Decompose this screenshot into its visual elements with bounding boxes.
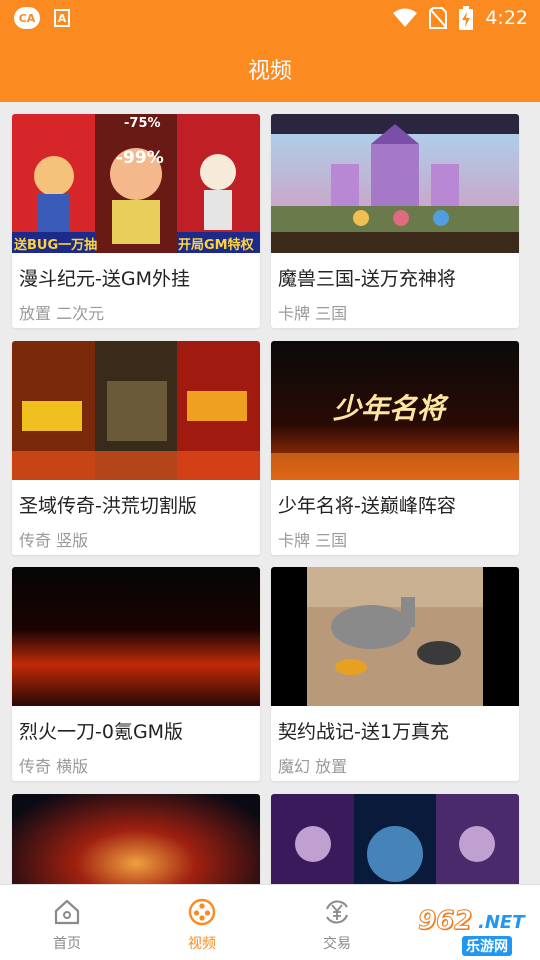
video-card[interactable]: 契约战记-送1万真充 魔幻 放置 [271, 567, 519, 781]
thumb-overlay-text: 开局GM特权 [178, 238, 254, 253]
video-title: 烈火一刀-0氪GM版 [19, 721, 184, 743]
home-icon [54, 899, 80, 925]
video-thumbnail [271, 567, 519, 706]
video-card[interactable]: 圣域传奇-洪荒切割版 传奇 竖版 [12, 341, 260, 555]
app-notification-icon: CA [14, 7, 40, 29]
status-time: 4:22 [485, 7, 528, 29]
tab-label: 交易 [323, 936, 351, 952]
video-title: 魔兽三国-送万充神将 [278, 268, 456, 290]
video-title: 契约战记-送1万真充 [278, 721, 449, 743]
tab-trade[interactable]: 交易 [277, 885, 397, 960]
video-title: 漫斗纪元-送GM外挂 [19, 268, 190, 290]
video-card[interactable]: 魔兽三国-送万充神将 卡牌 三国 [271, 114, 519, 328]
tab-label: 首页 [53, 936, 81, 952]
video-card[interactable]: 少年名将 少年名将-送巅峰阵容 卡牌 三国 [271, 341, 519, 555]
video-thumbnail: 送BUG一万抽 开局GM特权 -99% -75% [12, 114, 260, 253]
video-tags: 卡牌 三国 [278, 304, 348, 323]
battery-charging-icon [459, 6, 474, 30]
tab-label: 视频 [188, 936, 216, 952]
thumb-overlay-text: -75% [124, 116, 161, 131]
video-tags: 传奇 横版 [19, 757, 89, 776]
thumb-overlay-text: 送BUG一万抽 [14, 238, 98, 253]
tab-home[interactable]: 首页 [7, 885, 127, 960]
video-reel-icon [188, 898, 216, 926]
video-thumbnail [271, 114, 519, 253]
video-card[interactable]: 送BUG一万抽 开局GM特权 -99% -75% 漫斗纪元-送GM外挂 放置 二… [12, 114, 260, 328]
thumb-overlay-text: -99% [116, 148, 164, 168]
video-thumbnail [12, 794, 260, 884]
no-sim-icon [429, 7, 448, 29]
video-thumbnail [12, 567, 260, 706]
watermark-logo: 962 .NET 乐游网 [400, 900, 538, 958]
video-title: 圣域传奇-洪荒切割版 [19, 495, 197, 517]
video-tags: 传奇 竖版 [19, 531, 89, 550]
page-header: 视频 [0, 36, 540, 102]
video-tags: 魔幻 放置 [278, 757, 348, 776]
video-thumbnail: 少年名将 [271, 341, 519, 480]
video-thumbnail [271, 794, 519, 884]
video-card[interactable] [271, 794, 519, 884]
video-thumbnail [12, 341, 260, 480]
a-notification-icon: A [54, 9, 70, 27]
video-tags: 卡牌 三国 [278, 531, 348, 550]
video-title: 少年名将-送巅峰阵容 [278, 495, 456, 517]
wifi-icon [393, 8, 418, 27]
video-card[interactable] [12, 794, 260, 884]
tab-video[interactable]: 视频 [142, 885, 262, 960]
yen-exchange-icon [326, 900, 348, 924]
thumb-logo-text: 少年名将 [333, 392, 446, 425]
watermark-net: .NET [478, 912, 525, 933]
video-tags: 放置 二次元 [19, 304, 105, 323]
page-title: 视频 [247, 59, 292, 84]
status-bar: CA A 4:22 [0, 0, 540, 36]
watermark-number: 962 [417, 906, 473, 937]
watermark-subtitle: 乐游网 [462, 936, 512, 956]
video-grid: 送BUG一万抽 开局GM特权 -99% -75% 漫斗纪元-送GM外挂 放置 二… [0, 102, 540, 884]
video-card[interactable]: 烈火一刀-0氪GM版 传奇 横版 [12, 567, 260, 781]
